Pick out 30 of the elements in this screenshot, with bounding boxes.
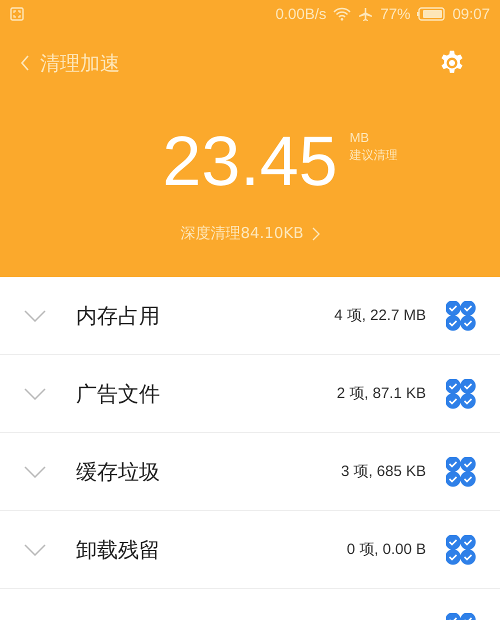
battery-percent: 77% — [380, 6, 410, 22]
category-name: 卸载残留 — [76, 536, 160, 564]
category-name: 缓存垃圾 — [76, 458, 160, 486]
select-all-checkbox[interactable] — [446, 534, 476, 564]
category-summary: 0 项, 0.00 B — [346, 540, 426, 559]
cleanable-amount: 23.45 — [162, 126, 338, 196]
category-name: 内存占用 — [76, 302, 160, 330]
chevron-right-icon — [312, 226, 320, 240]
airplane-icon — [358, 6, 374, 22]
amount-hint: 建议清理 — [350, 147, 398, 164]
deep-clean-link[interactable]: 深度清理84.10KB — [180, 224, 304, 243]
select-all-checkbox[interactable] — [446, 456, 476, 486]
category-summary: 3 项, 685 KB — [340, 462, 426, 481]
category-summary: 2 项, 87.1 KB — [336, 384, 426, 403]
expand-chevron-icon[interactable] — [24, 310, 46, 322]
select-all-checkbox[interactable] — [446, 300, 476, 330]
screenshot-icon — [10, 7, 24, 21]
battery-icon — [417, 7, 446, 21]
page-title: 清理加速 — [40, 50, 120, 76]
category-summary: 4 项, 22.7 MB — [334, 306, 426, 325]
category-name: 广告文件 — [76, 380, 160, 408]
expand-chevron-icon[interactable] — [24, 388, 46, 400]
clock: 09:07 — [452, 6, 490, 22]
back-icon[interactable] — [20, 54, 30, 72]
wifi-icon — [333, 7, 352, 21]
expand-chevron-icon[interactable] — [24, 466, 46, 478]
amount-unit: MB — [350, 130, 370, 145]
network-speed: 0.00B/s — [276, 6, 326, 22]
select-all-checkbox[interactable] — [446, 378, 476, 408]
expand-chevron-icon[interactable] — [24, 544, 46, 556]
